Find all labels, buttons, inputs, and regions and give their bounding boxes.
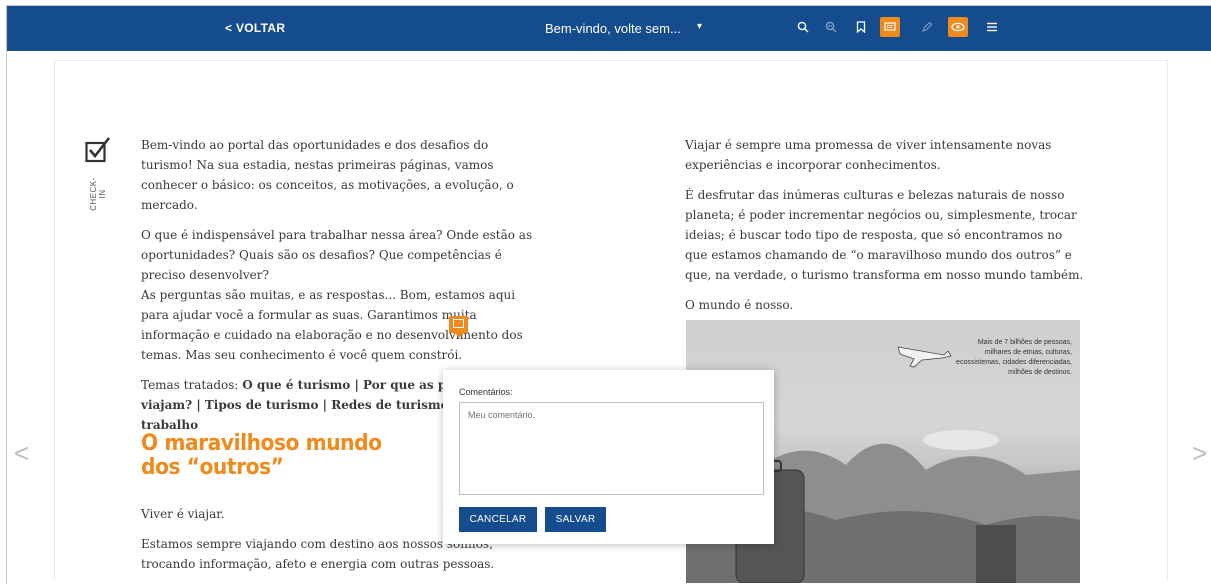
bookmark-icon[interactable] [851, 17, 871, 37]
back-button[interactable]: < VOLTAR [225, 21, 285, 35]
eye-icon[interactable] [948, 17, 968, 37]
checkin-label: CHECK-IN [89, 177, 107, 211]
right-column: Viajar é sempre uma promessa de viver in… [685, 135, 1085, 315]
save-button[interactable]: SALVAR [545, 507, 606, 532]
comment-popup: Comentários: CANCELAR SALVAR [443, 370, 774, 544]
paragraph: As perguntas são muitas, e as respostas.… [141, 288, 523, 362]
paragraph: Viajar é sempre uma promessa de viver in… [685, 138, 1052, 172]
document-title-dropdown[interactable]: Bem-vindo, volte sem... [545, 21, 681, 36]
illustration-caption: Mais de 7 bilhões de pessoas, milhares d… [956, 339, 1072, 376]
section-heading: O maravilhoso mundo dos “outros” [141, 431, 382, 480]
comment-input[interactable] [459, 402, 764, 495]
paragraph: O mundo é nosso. [685, 298, 794, 312]
comments-icon[interactable] [880, 17, 900, 37]
comments-label: Comentários: [459, 387, 513, 397]
cancel-button[interactable]: CANCELAR [459, 507, 537, 532]
next-page-button[interactable]: > [1192, 440, 1207, 466]
pencil-icon[interactable] [917, 17, 937, 37]
search-icon[interactable] [793, 17, 813, 37]
paragraph: É desfrutar das inúmeras culturas e bele… [685, 188, 1084, 282]
top-toolbar: < VOLTAR Bem-vindo, volte sem... ▾ [7, 6, 1211, 51]
paragraph: Bem-vindo ao portal das oportunidades e … [141, 138, 514, 212]
zoom-out-icon[interactable] [821, 17, 841, 37]
paragraph: O que é indispensável para trabalhar nes… [141, 228, 533, 282]
previous-page-button[interactable]: < [14, 440, 29, 466]
topics-prefix: Temas tratados: [141, 378, 243, 392]
chevron-down-icon[interactable]: ▾ [697, 21, 702, 32]
airplane-icon [897, 346, 952, 368]
menu-icon[interactable] [982, 17, 1002, 37]
checkbox-icon [85, 136, 111, 163]
comment-marker-icon[interactable] [449, 316, 468, 338]
